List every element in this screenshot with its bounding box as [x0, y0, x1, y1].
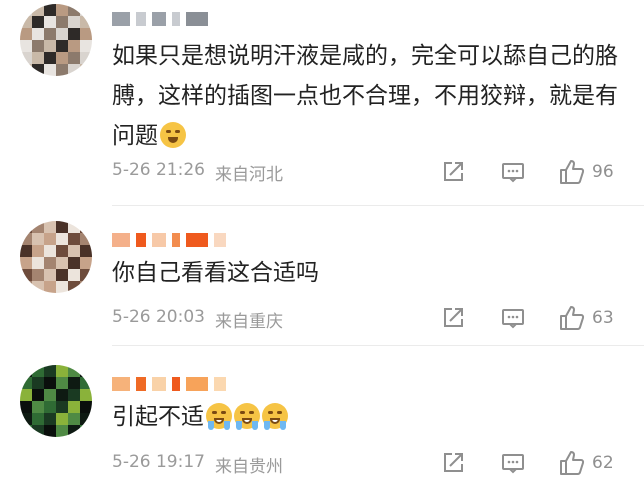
comment-text: 如果只是想说明汗液是咸的，完全可以舔自己的胳膊，这样的插图一点也不合理，不用狡辩…	[112, 36, 622, 156]
comment-meta: 5-26 21:26 来自河北	[112, 160, 283, 185]
like-count: 96	[592, 162, 614, 182]
comment-location: 来自贵州	[214, 457, 283, 477]
username-blurred[interactable]	[112, 8, 208, 30]
avatar[interactable]	[20, 221, 92, 293]
crying-face-emoji	[206, 403, 232, 430]
comment-body: 如果只是想说明汗液是咸的，完全可以舔自己的胳膊，这样的插图一点也不合理，不用狡辩…	[112, 43, 618, 149]
reply-button[interactable]	[500, 157, 526, 187]
like-count: 62	[592, 453, 614, 473]
divider	[112, 205, 644, 206]
comment-icon	[502, 454, 524, 474]
comment-actions: 63	[440, 303, 630, 333]
like-button[interactable]: 96	[558, 157, 614, 187]
comment-actions: 96	[440, 157, 630, 187]
comment-meta: 5-26 19:17 来自贵州	[112, 452, 283, 477]
comment-meta: 5-26 20:03 来自重庆	[112, 307, 283, 332]
like-button[interactable]: 63	[558, 303, 614, 333]
comment-time: 5-26 20:03	[112, 307, 205, 327]
comment-text: 你自己看看这合适吗	[112, 253, 622, 293]
comment-actions: 62	[440, 448, 630, 478]
crying-face-emoji	[262, 403, 288, 430]
share-button[interactable]	[440, 303, 466, 333]
comment-time: 5-26 21:26	[112, 160, 205, 180]
avatar[interactable]	[20, 365, 92, 437]
like-count: 63	[592, 308, 614, 328]
crying-face-emoji	[234, 403, 260, 430]
username-blurred[interactable]	[112, 373, 226, 395]
comment-time: 5-26 19:17	[112, 452, 205, 472]
comment-location: 来自重庆	[214, 312, 283, 332]
thumbs-up-icon	[560, 306, 585, 330]
share-icon	[444, 453, 463, 472]
avatar[interactable]	[20, 4, 92, 76]
comment-location: 来自河北	[214, 165, 283, 185]
shush-face-emoji	[160, 122, 186, 148]
comment-body: 引起不适	[112, 404, 204, 430]
reply-button[interactable]	[500, 303, 526, 333]
comment-icon	[502, 163, 524, 183]
reply-button[interactable]	[500, 448, 526, 478]
thumbs-up-icon	[560, 160, 585, 184]
comment-body: 你自己看看这合适吗	[112, 260, 319, 286]
comment-item: 引起不适 5-26 19:17 来自贵州 62	[0, 355, 644, 485]
comment-icon	[502, 309, 524, 329]
thumbs-up-icon	[560, 451, 585, 475]
share-button[interactable]	[440, 157, 466, 187]
comment-item: 你自己看看这合适吗 5-26 20:03 来自重庆 63	[0, 215, 644, 345]
like-button[interactable]: 62	[558, 448, 614, 478]
comment-text: 引起不适	[112, 397, 622, 437]
comment-item: 如果只是想说明汗液是咸的，完全可以舔自己的胳膊，这样的插图一点也不合理，不用狡辩…	[0, 0, 644, 195]
share-icon	[444, 308, 463, 327]
username-blurred[interactable]	[112, 229, 226, 251]
share-button[interactable]	[440, 448, 466, 478]
share-icon	[444, 162, 463, 181]
divider	[112, 345, 644, 346]
